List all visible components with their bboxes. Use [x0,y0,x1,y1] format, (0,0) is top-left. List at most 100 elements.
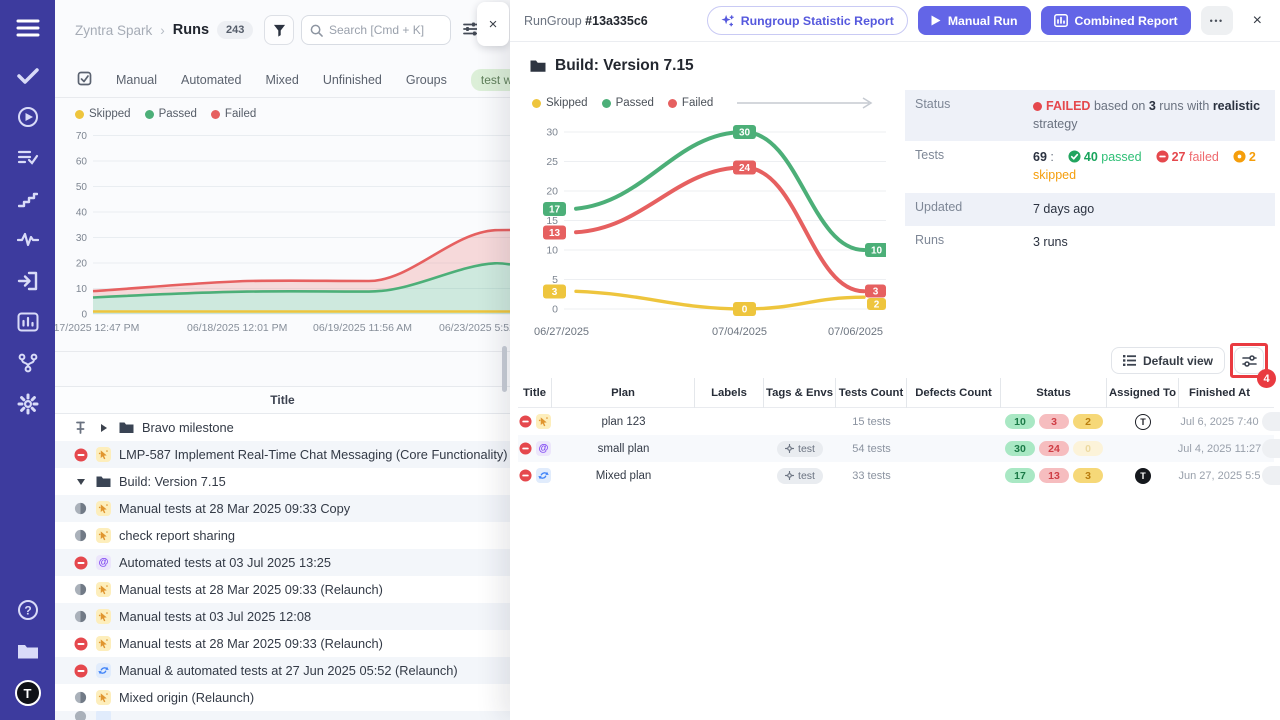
data-label: 10 [865,243,886,257]
user-avatar[interactable]: T [15,680,41,706]
info-row-runs: Runs 3 runs [905,226,1275,259]
chevron-down-icon[interactable] [73,474,88,489]
tab-automated[interactable]: Automated [181,73,241,87]
runs-play-icon[interactable] [16,105,40,129]
more-actions-button[interactable]: ••• [1201,6,1233,35]
sliders-icon [1242,354,1257,368]
tab-mixed[interactable]: Mixed [265,73,298,87]
settings-gear-icon[interactable] [16,392,40,416]
data-label: 13 [543,226,566,240]
col-plan[interactable]: Plan [552,378,695,408]
panel-close-float[interactable]: × [477,2,509,46]
run-row[interactable]: Manual & automated tests at 27 Jun 2025 … [55,657,510,684]
close-panel-button[interactable]: × [1249,12,1266,30]
run-row[interactable]: Manual tests at 28 Mar 2025 09:33 (Relau… [55,630,510,657]
statistic-report-button[interactable]: Rungroup Statistic Report [707,6,908,35]
col-assigned-to[interactable]: Assigned To [1107,378,1179,408]
steps-icon[interactable] [16,187,40,211]
row-action-cut[interactable] [1262,466,1280,485]
menu-icon[interactable] [16,16,40,40]
breadcrumb-project[interactable]: Zyntra Spark [75,23,152,38]
rungroup-chart: Skipped Passed Failed 30 25 20 15 10 [520,92,895,342]
col-tags-envs[interactable]: Tags & Envs [764,378,836,408]
tab-unfinished[interactable]: Unfinished [323,73,382,87]
tab-groups[interactable]: Groups [406,73,447,87]
col-status[interactable]: Status [1001,378,1107,408]
skipped-dot-icon [532,99,541,108]
group-run-row[interactable]: plan 123 15 tests 10 3 2 T Jul 6, 2025 7… [518,408,1274,435]
passed-count-badge: 30 [1005,441,1035,456]
failed-status-icon [73,555,88,570]
row-action-cut[interactable] [1262,412,1280,431]
manual-run-icon [96,636,111,651]
branches-icon[interactable] [16,351,40,375]
group-run-row[interactable]: Mixed plan test 33 tests 17 13 3 T Jun 2… [518,462,1274,489]
col-defects-count[interactable]: Defects Count [907,378,1001,408]
filter-chip-test-work[interactable]: test work [471,69,510,91]
tab-manual[interactable]: Manual [116,73,157,87]
select-all-icon[interactable] [77,71,92,89]
runs-tabs: Manual Automated Mixed Unfinished Groups… [55,62,510,98]
failed-status-icon [73,447,88,462]
svg-text:25: 25 [546,156,558,168]
run-row[interactable]: LMP-587 Implement Real-Time Chat Messagi… [55,441,510,468]
search-box[interactable] [301,15,451,45]
run-row[interactable]: @ Automated tests at 03 Jul 2025 13:25 [55,549,510,576]
manual-run-icon [96,582,111,597]
run-row-partial[interactable] [55,711,510,720]
skipped-count-badge: 3 [1073,468,1103,483]
projects-folder-icon[interactable] [16,639,40,663]
assignee-avatar[interactable]: T [1135,414,1151,430]
run-row-milestone[interactable]: Bravo milestone [55,414,510,441]
left-scrollbar-thumb[interactable] [502,346,507,392]
combined-report-button[interactable]: Combined Report [1041,6,1191,35]
help-icon[interactable]: ? [16,598,40,622]
col-finished-at[interactable]: Finished At [1179,378,1260,408]
manual-run-icon [96,528,111,543]
passed-dot-icon [145,110,154,119]
run-row[interactable]: Mixed origin (Relaunch) [55,684,510,711]
search-input[interactable] [329,23,439,37]
rungroup-header: RunGroup #13a335c6 Rungroup Statistic Re… [510,0,1280,42]
bar-chart-icon [1054,14,1068,27]
pin-icon [73,420,88,435]
svg-text:20: 20 [546,186,558,198]
filter-button[interactable] [264,15,294,45]
finished-status-icon [73,690,88,705]
tests-count: 54 tests [836,435,907,462]
svg-text:15: 15 [546,215,558,227]
run-row[interactable]: check report sharing [55,522,510,549]
svg-text:40: 40 [76,208,88,219]
test-plans-icon[interactable] [16,146,40,170]
status-cell: 17 13 3 [1001,462,1107,489]
default-view-button[interactable]: Default view [1111,347,1225,374]
tag-pill[interactable]: test [777,468,823,484]
analytics-icon[interactable] [16,310,40,334]
pulse-icon[interactable] [16,228,40,252]
manual-run-button[interactable]: Manual Run [918,6,1031,35]
manual-run-icon [536,414,551,429]
run-row-group[interactable]: Build: Version 7.15 [55,468,510,495]
col-tests-count[interactable]: Tests Count [836,378,907,408]
run-title: Bravo milestone [142,420,234,435]
assignee-avatar[interactable]: T [1135,468,1151,484]
tag-pill[interactable]: test [777,441,823,457]
skipped-dot-icon [75,110,84,119]
group-run-row[interactable]: @ small plan test 54 tests 30 24 0 Jul 4… [518,435,1274,462]
run-row[interactable]: Manual tests at 28 Mar 2025 09:33 (Relau… [55,576,510,603]
run-row[interactable]: Manual tests at 03 Jul 2025 12:08 [55,603,510,630]
row-action-cut[interactable] [1262,439,1280,458]
import-icon[interactable] [16,269,40,293]
tests-check-icon[interactable] [16,64,40,88]
manual-run-icon [96,447,111,462]
breadcrumb-page: Runs [173,22,209,38]
chevron-right-icon[interactable] [96,420,111,435]
run-row[interactable]: Manual tests at 28 Mar 2025 09:33 Copy [55,495,510,522]
data-label: 24 [733,161,756,175]
col-title[interactable]: Title [518,378,552,408]
finished-at: Jun 27, 2025 5:5 [1179,462,1260,489]
runs-table-header: Title [55,386,510,414]
defects-cell [907,408,1001,435]
col-labels[interactable]: Labels [695,378,764,408]
column-settings-button[interactable] [1234,347,1264,374]
